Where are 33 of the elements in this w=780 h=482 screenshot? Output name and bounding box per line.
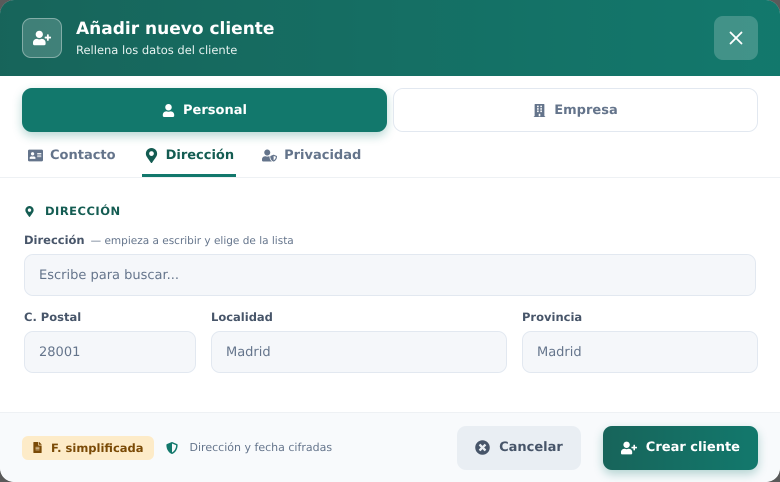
dialog-title: Añadir nuevo cliente — [76, 19, 276, 39]
user-plus-icon — [33, 29, 51, 47]
map-pin-icon — [24, 206, 35, 216]
client-type-toggle[interactable]: Personal — [22, 88, 387, 132]
field-label: Localidad — [211, 310, 274, 324]
person-icon — [162, 104, 176, 116]
client-type-toggle[interactable]: Empresa — [393, 88, 758, 132]
input-field[interactable]: 28001 — [24, 331, 196, 373]
invoice-type-badge: F. simplificada — [22, 436, 154, 460]
shield-icon — [166, 442, 178, 454]
input-field[interactable]: Madrid — [211, 331, 507, 373]
field-label: Provincia — [522, 310, 584, 324]
cancel-button[interactable]: Cancelar — [457, 426, 581, 470]
contact-card-icon — [28, 148, 43, 163]
field-label: C. Postal — [24, 310, 82, 324]
field-label: Dirección — [24, 233, 85, 247]
field-hint: — empieza a escribir y elige de la lista — [90, 235, 294, 247]
dialog-subtitle: Rellena los datos del cliente — [76, 43, 238, 57]
building-icon — [533, 104, 546, 116]
map-pin-icon — [144, 148, 159, 163]
tab[interactable]: Privacidad — [260, 144, 364, 177]
input-field[interactable]: Madrid — [522, 331, 758, 373]
address-search-field[interactable]: Escribe para buscar... — [24, 254, 756, 296]
create-button[interactable]: Crear cliente — [602, 426, 758, 470]
tab[interactable]: Contacto — [26, 144, 118, 177]
user-plus-icon — [620, 440, 637, 456]
tab[interactable]: Dirección — [142, 144, 236, 177]
close-button[interactable] — [714, 16, 758, 60]
document-icon — [32, 442, 43, 453]
cancel-icon — [475, 440, 490, 455]
encryption-note: Dirección y fecha cifradas — [190, 441, 332, 454]
user-shield-icon — [262, 148, 278, 163]
section-title: DIRECCIÓN — [45, 204, 121, 218]
